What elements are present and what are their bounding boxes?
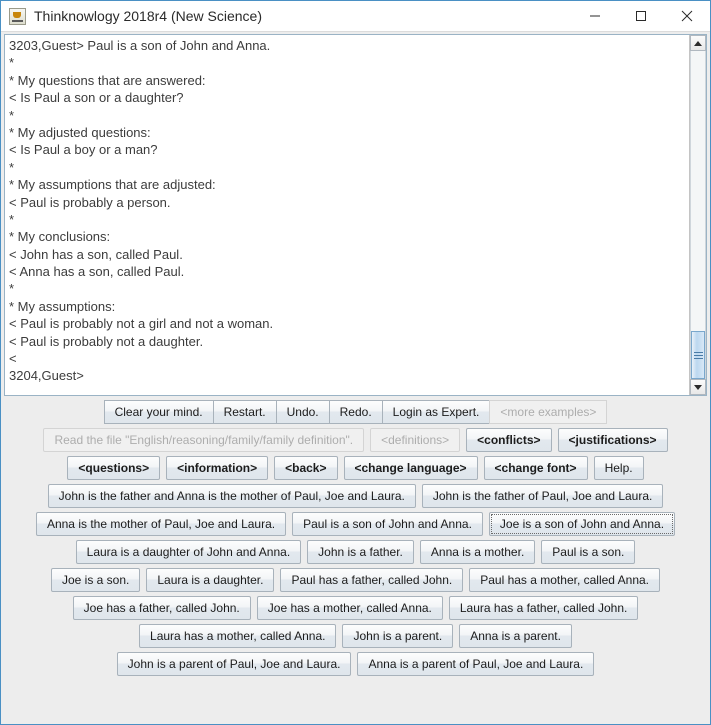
redo-button[interactable]: Redo.: [328, 400, 383, 424]
sentence-button[interactable]: Paul has a mother, called Anna.: [469, 568, 660, 592]
sentence-button[interactable]: Paul is a son.: [541, 540, 636, 564]
minimize-button[interactable]: [572, 1, 618, 31]
sentence-row-4: Joe is a son. Laura is a daughter. Paul ha…: [1, 568, 710, 592]
scroll-up-arrow-icon[interactable]: [690, 35, 706, 51]
sentence-button[interactable]: Anna is a parent of Paul, Joe and Laura.: [357, 652, 595, 676]
console-line: <: [9, 351, 17, 367]
console-scrollbar[interactable]: [689, 35, 706, 395]
sentence-button[interactable]: Anna is the mother of Paul, Joe and Laur…: [35, 512, 287, 536]
console-line: < Is Paul a son or a daughter?: [9, 90, 184, 106]
title-bar: Thinknowlogy 2018r4 (New Science): [1, 1, 710, 32]
sentence-button[interactable]: Anna is a mother.: [419, 540, 536, 564]
read-file-button: Read the file "English/reasoning/family/…: [43, 428, 365, 452]
sentence-button[interactable]: Joe has a father, called John.: [72, 596, 251, 620]
sentence-button[interactable]: John is the father of Paul, Joe and Laur…: [421, 484, 664, 508]
sentence-button[interactable]: Laura has a father, called John.: [448, 596, 639, 620]
login-as-expert-button[interactable]: Login as Expert.: [381, 400, 491, 424]
sentence-button[interactable]: Anna is a parent.: [459, 624, 572, 648]
scrollbar-grip-icon: [693, 350, 703, 361]
sentence-button[interactable]: Joe is a son of John and Anna.: [488, 512, 676, 536]
clear-your-mind-button[interactable]: Clear your mind.: [103, 400, 214, 424]
conflicts-button[interactable]: <conflicts>: [466, 428, 552, 452]
console-line: *: [9, 281, 15, 297]
window-controls: [572, 1, 710, 31]
sentence-button[interactable]: Paul has a father, called John.: [280, 568, 464, 592]
console-line: * My conclusions:: [9, 229, 111, 245]
console-line: *: [9, 55, 15, 71]
console-area: 3203,Guest> Paul is a son of John and An…: [4, 34, 707, 396]
console-text[interactable]: 3203,Guest> Paul is a son of John and An…: [5, 35, 689, 395]
console-line: * My assumptions that are adjusted:: [9, 177, 216, 193]
justifications-button[interactable]: <justifications>: [557, 428, 668, 452]
sentence-button[interactable]: John is the father and Anna is the mothe…: [47, 484, 416, 508]
console-line: 3204,Guest>: [9, 368, 84, 384]
console-line: < Is Paul a boy or a man?: [9, 142, 158, 158]
console-line: < Paul is probably not a girl and not a …: [9, 316, 274, 332]
console-line: < John has a son, called Paul.: [9, 246, 183, 262]
sentence-button[interactable]: Joe is a son.: [50, 568, 141, 592]
sentence-button[interactable]: John is a parent.: [342, 624, 454, 648]
window-title: Thinknowlogy 2018r4 (New Science): [34, 8, 262, 24]
back-button[interactable]: <back>: [274, 456, 338, 480]
information-button[interactable]: <information>: [166, 456, 269, 480]
java-coffee-cup-icon: [9, 7, 26, 25]
console-line: * My adjusted questions:: [9, 124, 151, 140]
console-line: 3203,Guest> Paul is a son of John and An…: [9, 38, 271, 53]
help-button[interactable]: Help.: [593, 456, 644, 480]
change-language-button[interactable]: <change language>: [343, 456, 478, 480]
definitions-button: <definitions>: [370, 428, 461, 452]
application-window: Thinknowlogy 2018r4 (New Science) 3203,G…: [0, 0, 711, 725]
restart-button[interactable]: Restart.: [212, 400, 277, 424]
sentence-button[interactable]: Laura has a mother, called Anna.: [139, 624, 337, 648]
console-line: < Anna has a son, called Paul.: [9, 264, 185, 280]
change-font-button[interactable]: <change font>: [483, 456, 588, 480]
console-line: *: [9, 211, 15, 227]
more-examples-button: <more examples>: [489, 400, 608, 424]
sentence-row-3: Laura is a daughter of John and Anna. Joh…: [1, 540, 710, 564]
sentence-button[interactable]: Laura is a daughter of John and Anna.: [75, 540, 302, 564]
close-button[interactable]: [664, 1, 710, 31]
console-line: < Paul is probably not a daughter.: [9, 333, 204, 349]
sentence-button[interactable]: Joe has a mother, called Anna.: [256, 596, 443, 620]
console-line: < Paul is probably a person.: [9, 194, 171, 210]
console-line: * My assumptions:: [9, 298, 116, 314]
sentence-row-5: Joe has a father, called John. Joe has a …: [1, 596, 710, 620]
sentence-row-1: John is the father and Anna is the mothe…: [1, 484, 710, 508]
console-line: *: [9, 159, 15, 175]
undo-button[interactable]: Undo.: [275, 400, 330, 424]
scrollbar-track[interactable]: [690, 51, 706, 379]
sentence-button[interactable]: John is a father.: [307, 540, 414, 564]
questions-button[interactable]: <questions>: [67, 456, 161, 480]
sentence-button[interactable]: Laura is a daughter.: [146, 568, 275, 592]
button-panel: Clear your mind. Restart. Undo. Redo. Login …: [1, 396, 710, 724]
navigation-row: <questions> <information> <back> <change la…: [1, 456, 710, 480]
maximize-button[interactable]: [618, 1, 664, 31]
sentence-row-7: John is a parent of Paul, Joe and Laura.…: [1, 652, 710, 676]
scrollbar-thumb[interactable]: [691, 331, 705, 379]
sentence-row-2: Anna is the mother of Paul, Joe and Laur…: [1, 512, 710, 536]
console-line: *: [9, 107, 15, 123]
console-line: * My questions that are answered:: [9, 72, 206, 88]
sentence-button[interactable]: John is a parent of Paul, Joe and Laura.: [116, 652, 352, 676]
scroll-down-arrow-icon[interactable]: [690, 379, 706, 395]
file-row: Read the file "English/reasoning/family/…: [1, 428, 710, 452]
control-row: Clear your mind. Restart. Undo. Redo. Login …: [1, 400, 710, 424]
sentence-row-6: Laura has a mother, called Anna. John is …: [1, 624, 710, 648]
sentence-button[interactable]: Paul is a son of John and Anna.: [292, 512, 483, 536]
